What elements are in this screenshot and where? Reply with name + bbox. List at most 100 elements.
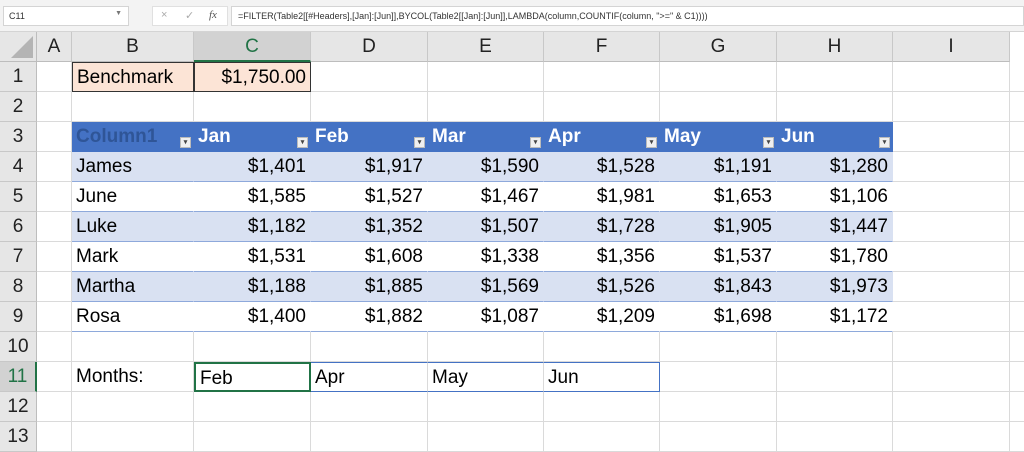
table-value-cell[interactable]: $1,698: [660, 302, 777, 332]
filter-dropdown-icon[interactable]: ▾: [646, 137, 657, 148]
cell[interactable]: [311, 92, 428, 122]
cell[interactable]: [428, 392, 544, 422]
table-value-cell[interactable]: $1,527: [311, 182, 428, 212]
row-header-6[interactable]: 6: [0, 212, 37, 242]
cell[interactable]: [544, 62, 660, 92]
cell[interactable]: [1010, 212, 1024, 242]
table-value-cell[interactable]: $1,106: [777, 182, 893, 212]
table-value-cell[interactable]: $1,531: [194, 242, 311, 272]
cell[interactable]: [1010, 62, 1024, 92]
filter-dropdown-icon[interactable]: ▾: [763, 137, 774, 148]
row-header-7[interactable]: 7: [0, 242, 37, 272]
cell[interactable]: [544, 332, 660, 362]
table-value-cell[interactable]: $1,447: [777, 212, 893, 242]
cell[interactable]: [1010, 392, 1024, 422]
table-value-cell[interactable]: $1,528: [544, 152, 660, 182]
cell[interactable]: [777, 422, 893, 452]
filter-dropdown-icon[interactable]: ▾: [297, 137, 308, 148]
row-header-8[interactable]: 8: [0, 272, 37, 302]
cell[interactable]: [1010, 422, 1024, 452]
cell[interactable]: [194, 392, 311, 422]
cell[interactable]: [37, 242, 72, 272]
cell[interactable]: [1010, 272, 1024, 302]
table-value-cell[interactable]: $1,569: [428, 272, 544, 302]
table-header-apr[interactable]: Apr ▾: [544, 122, 660, 152]
table-value-cell[interactable]: $1,356: [544, 242, 660, 272]
cell[interactable]: [1010, 182, 1024, 212]
cell[interactable]: [428, 422, 544, 452]
table-value-cell[interactable]: $1,209: [544, 302, 660, 332]
cell[interactable]: [660, 362, 777, 392]
cell[interactable]: [37, 362, 72, 392]
cell[interactable]: [893, 362, 1010, 392]
row-header-10[interactable]: 10: [0, 332, 37, 362]
cell[interactable]: [777, 362, 893, 392]
cell[interactable]: [893, 92, 1010, 122]
cell[interactable]: [893, 122, 1010, 152]
months-spill-cell[interactable]: Apr: [311, 362, 428, 392]
cell[interactable]: [1010, 302, 1024, 332]
cell[interactable]: [428, 332, 544, 362]
table-value-cell[interactable]: $1,087: [428, 302, 544, 332]
table-value-cell[interactable]: $1,352: [311, 212, 428, 242]
table-value-cell[interactable]: $1,882: [311, 302, 428, 332]
row-header-2[interactable]: 2: [0, 92, 37, 122]
table-header-column1[interactable]: Column1 ▾: [72, 122, 194, 152]
cancel-icon[interactable]: ×: [161, 9, 167, 21]
cell[interactable]: [1010, 122, 1024, 152]
column-header-A[interactable]: A: [37, 32, 72, 62]
table-value-cell[interactable]: $1,585: [194, 182, 311, 212]
table-value-cell[interactable]: $1,590: [428, 152, 544, 182]
cell[interactable]: [893, 302, 1010, 332]
cell[interactable]: [544, 92, 660, 122]
table-value-cell[interactable]: $1,401: [194, 152, 311, 182]
table-value-cell[interactable]: $1,981: [544, 182, 660, 212]
row-header-3[interactable]: 3: [0, 122, 37, 152]
cell[interactable]: [660, 62, 777, 92]
cell[interactable]: [544, 422, 660, 452]
row-header-13[interactable]: 13: [0, 422, 37, 452]
cell[interactable]: [37, 122, 72, 152]
table-name-cell[interactable]: Mark: [72, 242, 194, 272]
cell[interactable]: [777, 392, 893, 422]
cell[interactable]: [37, 392, 72, 422]
cell[interactable]: [194, 92, 311, 122]
months-label[interactable]: Months:: [72, 362, 194, 392]
filter-dropdown-icon[interactable]: ▾: [414, 137, 425, 148]
table-name-cell[interactable]: Rosa: [72, 302, 194, 332]
enter-icon[interactable]: ✓: [185, 9, 194, 22]
name-box[interactable]: C11 ▼: [3, 6, 129, 26]
months-spill-cell[interactable]: Jun: [544, 362, 660, 392]
cell[interactable]: [660, 392, 777, 422]
cell[interactable]: [72, 332, 194, 362]
cell[interactable]: [777, 332, 893, 362]
table-header-jun[interactable]: Jun ▾: [777, 122, 893, 152]
table-value-cell[interactable]: $1,905: [660, 212, 777, 242]
chevron-down-icon[interactable]: ▼: [115, 10, 122, 17]
cell[interactable]: [893, 332, 1010, 362]
table-value-cell[interactable]: $1,728: [544, 212, 660, 242]
cell[interactable]: [1010, 332, 1024, 362]
months-spill-cell[interactable]: May: [428, 362, 544, 392]
cell[interactable]: [1010, 92, 1024, 122]
filter-dropdown-icon[interactable]: ▾: [180, 137, 191, 148]
table-name-cell[interactable]: Martha: [72, 272, 194, 302]
cell[interactable]: [37, 272, 72, 302]
column-header-C[interactable]: C: [194, 32, 311, 62]
table-header-mar[interactable]: Mar ▾: [428, 122, 544, 152]
row-header-1[interactable]: 1: [0, 62, 37, 92]
table-value-cell[interactable]: $1,526: [544, 272, 660, 302]
table-value-cell[interactable]: $1,467: [428, 182, 544, 212]
cell[interactable]: [428, 62, 544, 92]
column-header-D[interactable]: D: [311, 32, 428, 62]
column-header-B[interactable]: B: [72, 32, 194, 62]
table-header-jan[interactable]: Jan ▾: [194, 122, 311, 152]
column-header-E[interactable]: E: [428, 32, 544, 62]
cell[interactable]: [37, 302, 72, 332]
cell[interactable]: [777, 62, 893, 92]
row-header-4[interactable]: 4: [0, 152, 37, 182]
cell[interactable]: [893, 242, 1010, 272]
table-value-cell[interactable]: $1,280: [777, 152, 893, 182]
cell[interactable]: [37, 422, 72, 452]
column-header-H[interactable]: H: [777, 32, 893, 62]
